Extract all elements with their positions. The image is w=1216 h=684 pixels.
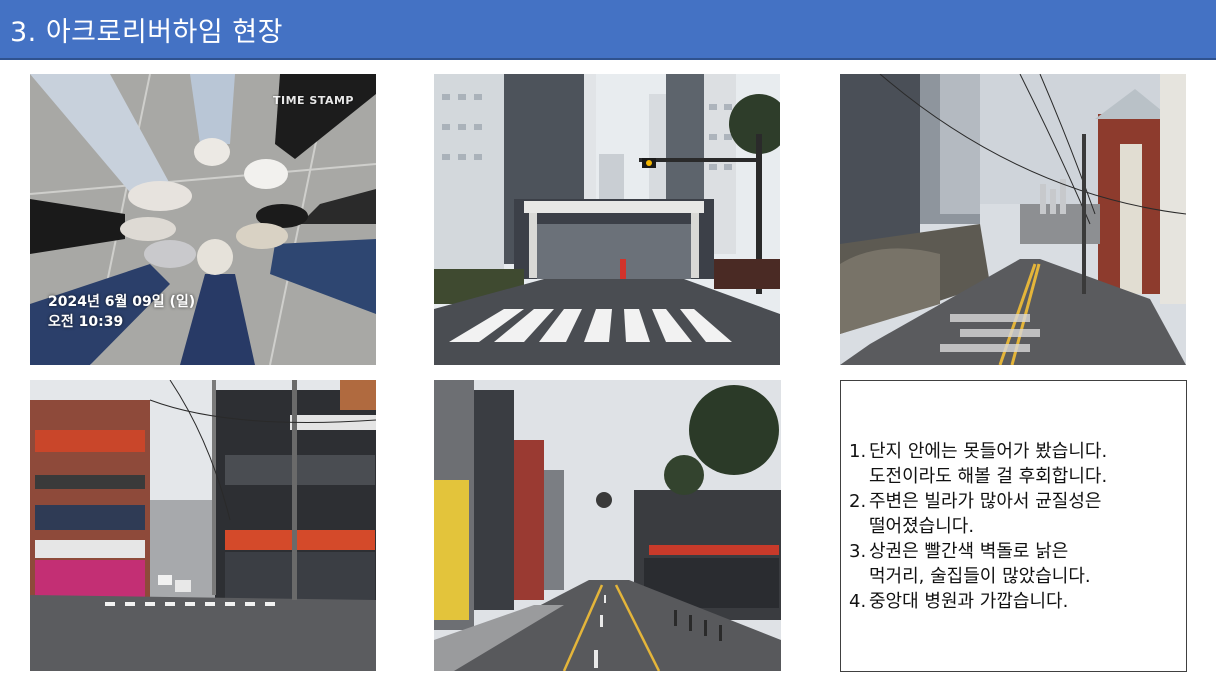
- title-bar: 3. 아크로리버하임 현장: [0, 0, 1216, 60]
- shoes-circle-photo: TIME STAMP 2024년 6월 09일 (일) 오전 10:39: [30, 74, 376, 365]
- note-number: 4.: [849, 590, 867, 612]
- note-text: 도전이라도 해볼 걸 후회합니다.: [869, 465, 1108, 487]
- note-line: 떨어졌습니다.: [849, 514, 1107, 539]
- note-text: 주변은 빌라가 많아서 균질성은: [869, 490, 1102, 512]
- note-number: 2.: [849, 490, 867, 512]
- note-text: 상권은 빨간색 벽돌로 낡은: [869, 540, 1069, 562]
- complex-gate-photo: [434, 74, 780, 365]
- note-number: [849, 464, 869, 489]
- slide-title: 3. 아크로리버하임 현장: [10, 16, 283, 48]
- note-text: 중앙대 병원과 가깝습니다.: [869, 590, 1069, 612]
- note-text: 단지 안에는 못들어가 봤습니다.: [869, 440, 1108, 462]
- note-line: 먹거리, 술집들이 많았습니다.: [849, 564, 1107, 589]
- note-line: 2. 주변은 빌라가 많아서 균질성은: [849, 489, 1107, 514]
- timestamp-overlay: 2024년 6월 09일 (일) 오전 10:39: [48, 292, 195, 332]
- note-number: 1.: [849, 440, 867, 462]
- note-line: 1. 단지 안에는 못들어가 봤습니다.: [849, 439, 1107, 464]
- note-text: 먹거리, 술집들이 많았습니다.: [869, 565, 1091, 587]
- note-line: 4. 중앙대 병원과 가깝습니다.: [849, 589, 1107, 614]
- note-line: 도전이라도 해볼 걸 후회합니다.: [849, 464, 1107, 489]
- notes-list: 1. 단지 안에는 못들어가 봤습니다. 도전이라도 해볼 걸 후회합니다. 2. 주변…: [841, 439, 1107, 614]
- timestamp-logo: TIME STAMP: [273, 94, 354, 107]
- note-number: [849, 514, 869, 539]
- note-text: 떨어졌습니다.: [869, 515, 975, 537]
- downhill-street-photo: [434, 380, 781, 671]
- notes-box: 1. 단지 안에는 못들어가 봤습니다. 도전이라도 해볼 걸 후회합니다. 2. 주변…: [840, 380, 1187, 672]
- hill-street-photo: [840, 74, 1186, 365]
- intersection-shops-photo: [30, 380, 376, 671]
- slide: 3. 아크로리버하임 현장 TIME STAMP 2024년 6월 09일 (일…: [0, 0, 1216, 684]
- timestamp-date: 2024년 6월 09일 (일): [48, 294, 196, 310]
- note-line: 3. 상권은 빨간색 벽돌로 낡은: [849, 539, 1107, 564]
- note-number: [849, 564, 869, 589]
- timestamp-time: 오전 10:39: [48, 314, 124, 330]
- note-number: 3.: [849, 540, 867, 562]
